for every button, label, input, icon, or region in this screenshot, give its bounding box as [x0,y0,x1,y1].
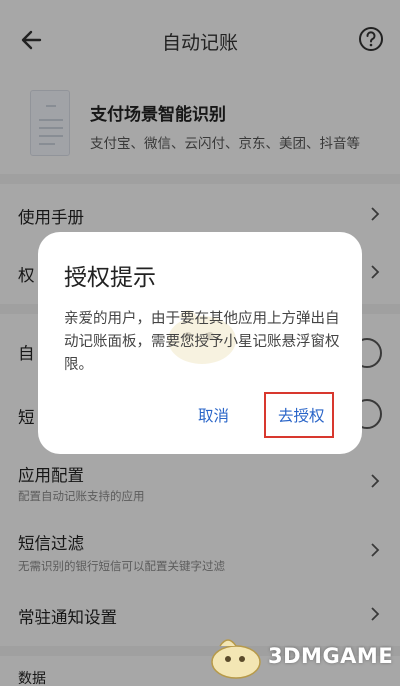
dialog-message: 亲爱的用户，由于要在其他应用上方弹出自动记账面板，需要您授予小星记账悬浮窗权限。 [64,311,340,373]
cancel-button[interactable]: 取消 [198,404,229,426]
watermark-text: 3DMGAME [268,644,394,668]
auto-bookkeeping-page: 自动记账 支付场景智能识别 支付宝、微信、云闪付、京东、美团、抖音等 使用手册 … [0,0,400,686]
authorization-dialog: 授权提示 亲爱的用户，由于要在其他应用上方弹出自动记账面板，需要您授予小星记账悬… [38,232,362,454]
watermark: 3DMGAME [206,634,396,680]
authorize-button[interactable]: 去授权 [278,404,325,426]
dialog-title: 授权提示 [64,265,156,291]
mascot-logo-icon [211,639,261,679]
